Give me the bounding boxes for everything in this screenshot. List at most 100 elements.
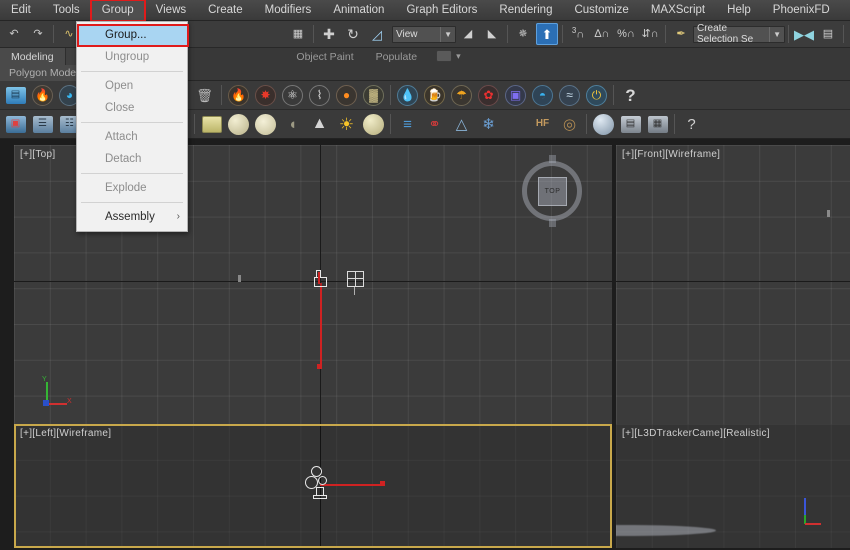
grass-icon[interactable]: ⹾ [503,112,528,137]
mist-icon[interactable]: ✿ [476,83,501,108]
particle-shader-icon[interactable]: ⏻ [584,83,609,108]
viewport-front[interactable]: [+][Front][Wireframe] [616,145,850,424]
select-and-rotate-button[interactable]: ↻ [342,23,364,45]
sphere-primitive-icon[interactable] [226,112,251,137]
ribbon-popup-toggle[interactable] [436,50,452,62]
foam-icon[interactable]: 🍺 [422,83,447,108]
hair-farm-icon[interactable]: HF [530,112,555,137]
menu-item-rendering[interactable]: Rendering [488,0,563,21]
toolbar-separator [665,25,666,43]
phoenix-fire-smoke-icon[interactable]: 🔥 [30,83,55,108]
menu-item-views[interactable]: Views [145,0,197,21]
keyboard-shortcut-override-button[interactable]: ⬆ [536,23,558,45]
menu-item-di-o-matic[interactable]: Di-O-Matic [841,0,850,21]
viewport-label-front: [+][Front][Wireframe] [622,149,720,160]
menu-item-animation[interactable]: Animation [322,0,395,21]
use-center-flyout-button[interactable]: ▦ [287,23,309,45]
menu-option-explode[interactable]: Explode [77,177,187,199]
sunlight-icon[interactable]: ☀ [334,112,359,137]
menu-item-maxscript[interactable]: MAXScript [640,0,716,21]
cylinder-primitive-icon[interactable] [253,112,278,137]
mirror-button[interactable]: ▶◀ [793,23,815,45]
turbulence-icon[interactable]: ⚛ [280,83,305,108]
menu-option-assembly[interactable]: Assembly › [77,206,187,228]
geosphere-icon[interactable] [361,112,386,137]
liquid-source-icon[interactable]: 💧 [395,83,420,108]
menu-option-group[interactable]: Group... [77,24,187,46]
hair-render-icon[interactable]: ▣ [3,112,28,137]
hair-fur-modifier-icon[interactable]: ≡ [395,112,420,137]
menu-option-close[interactable]: Close [77,97,187,119]
percent-snap-toggle-button[interactable]: %∩ [615,23,637,45]
menu-item-phoenixfd[interactable]: PhoenixFD [762,0,841,21]
menu-option-open[interactable]: Open [77,75,187,97]
redo-button[interactable]: ↷ [27,23,49,45]
menu-option-ungroup[interactable]: Ungroup [77,46,187,68]
scene-marker [827,210,830,217]
ribbon-tab-populate[interactable]: Populate [365,48,428,65]
ribbon-tab-object-paint[interactable]: Object Paint [285,48,364,65]
delete-icon[interactable]: 🗑 [192,83,217,108]
viewport-left[interactable]: [+][Left][Wireframe] [14,424,612,548]
ribbon-tab-modeling[interactable]: Modeling [0,48,66,65]
wetmap-icon[interactable]: ▣ [503,83,528,108]
smoke-trail-icon[interactable]: ⌇ [307,83,332,108]
phoenix-help-icon[interactable]: ? [618,83,643,108]
select-and-move-button[interactable]: ✚ [318,23,340,45]
select-and-manipulate-button[interactable]: ✵ [512,23,534,45]
splash-icon[interactable]: ☂ [449,83,474,108]
help-question-icon[interactable]: ? [679,112,704,137]
toolbar-separator [221,85,222,105]
viewport-camera[interactable]: LTT [+][L3DTrackerCame][Realistic] [616,424,850,548]
use-selection-center-button[interactable]: ◣ [481,23,503,45]
camera-object[interactable] [310,268,334,292]
menu-item-group[interactable]: Group [91,0,145,21]
menu-item-modifiers[interactable]: Modifiers [254,0,323,21]
particle-bond-icon[interactable]: ⚭ [422,112,447,137]
edit-named-selection-sets-button[interactable]: ✒ [670,23,692,45]
material-sphere-icon[interactable] [591,112,616,137]
cone-primitive-icon[interactable]: ▲ [307,112,332,137]
reference-coordinate-combo[interactable]: View ▼ [392,26,456,43]
phoenix-simulator-icon[interactable]: ▤ [3,83,28,108]
ornatrix-icon[interactable]: ◎ [557,112,582,137]
cloth-icon[interactable]: △ [449,112,474,137]
snaps-toggle-button[interactable]: 3∩ [567,23,589,45]
select-and-scale-button[interactable]: ◿ [366,23,388,45]
menu-bar: Edit Tools Group Views Create Modifiers … [0,0,850,21]
menu-option-attach[interactable]: Attach [77,126,187,148]
render-frame-icon[interactable]: ▦ [645,112,670,137]
explosion-source-icon[interactable]: ✸ [253,83,278,108]
render-setup-icon[interactable]: ▤ [618,112,643,137]
box-primitive-icon[interactable] [199,112,224,137]
menu-item-customize[interactable]: Customize [563,0,639,21]
hair-styler-icon[interactable]: ☰ [30,112,55,137]
wave-force-icon[interactable]: ≈ [557,83,582,108]
use-pivot-point-center-button[interactable]: ◢ [457,23,479,45]
ocean-texture-icon[interactable]: ◓ [530,83,555,108]
undo-button[interactable]: ↶ [3,23,25,45]
camera-target-object[interactable] [345,269,367,291]
menu-item-create[interactable]: Create [197,0,254,21]
menu-item-tools[interactable]: Tools [42,0,91,21]
fuel-icon[interactable]: ▓ [361,83,386,108]
fire-source-icon[interactable]: 🔥 [226,83,251,108]
view-cube-face[interactable]: TOP [538,177,567,206]
foliage-icon[interactable]: ❄ [476,112,501,137]
spinner-snap-toggle-button[interactable]: ⇵∩ [639,23,661,45]
camera-object[interactable] [304,466,338,506]
axis-label-x: X [67,398,72,405]
view-cube[interactable]: TOP [514,155,590,227]
link-icon: ∿ [64,29,73,40]
align-button[interactable]: ▤ [817,23,839,45]
menu-option-detach[interactable]: Detach [77,148,187,170]
teapot-primitive-icon[interactable]: ◖ [280,112,305,137]
menu-item-graph-editors[interactable]: Graph Editors [395,0,488,21]
toolbar-separator [507,25,508,43]
angle-snap-toggle-button[interactable]: ∆∩ [591,23,613,45]
named-selection-set-combo[interactable]: Create Selection Se ▼ [693,26,785,43]
center-box-icon: ▦ [293,29,303,40]
menu-item-edit[interactable]: Edit [0,0,42,21]
menu-item-help[interactable]: Help [716,0,762,21]
flame-icon[interactable]: ● [334,83,359,108]
